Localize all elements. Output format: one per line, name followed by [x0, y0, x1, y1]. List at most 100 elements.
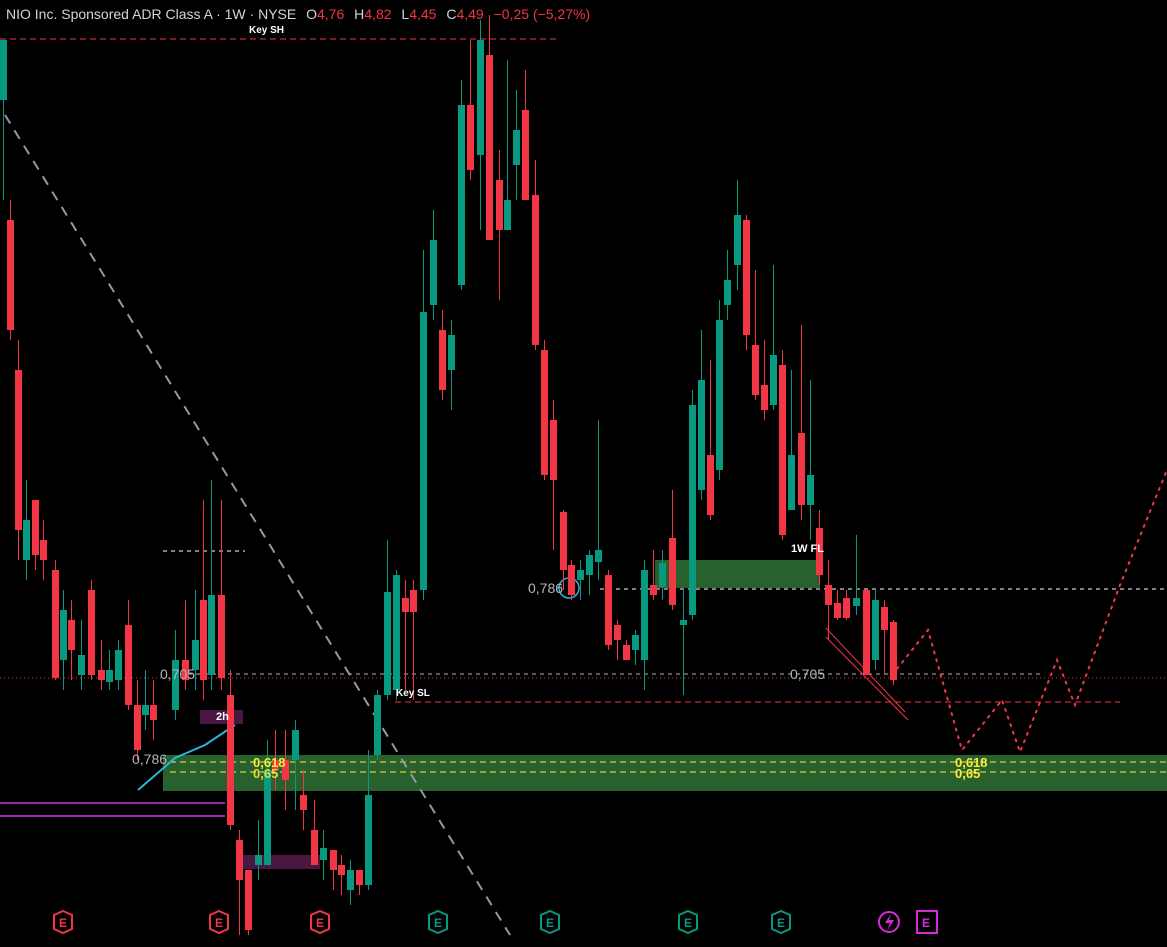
- earnings-badge-letter: E: [434, 916, 442, 930]
- candle-body-38: [356, 870, 363, 885]
- candle-body-54: [504, 200, 511, 230]
- high-value: 4,82: [364, 6, 392, 22]
- earnings-badge-letter: E: [215, 916, 223, 930]
- candle-body-84: [779, 365, 786, 535]
- earnings-badge-letter: E: [316, 916, 324, 930]
- candle-body-58: [541, 350, 548, 475]
- earnings-badge-icon[interactable]: E: [209, 909, 229, 935]
- candle-body-7: [60, 610, 67, 660]
- fib-786-mid-label: 0,786: [528, 580, 564, 596]
- earnings-badge-letter: E: [684, 916, 692, 930]
- fib-65-right-label: 0,65: [955, 766, 981, 781]
- candle-body-4: [32, 500, 39, 555]
- candle-body-52: [486, 55, 493, 240]
- candle-body-83: [770, 355, 777, 405]
- earnings-badge-icon[interactable]: E: [310, 909, 330, 935]
- candle-body-21: [200, 600, 207, 680]
- high-label: H: [354, 6, 365, 22]
- candle-body-73: [680, 620, 687, 625]
- dividend-lightning-icon[interactable]: [878, 911, 900, 933]
- candlestick-chart[interactable]: EEEEEEEE: [0, 0, 1167, 947]
- candle-body-64: [595, 550, 602, 562]
- candle-body-25: [236, 840, 243, 880]
- chart-header: NIO Inc. Sponsored ADR Class A · 1W · NY…: [6, 6, 590, 22]
- candle-body-16: [142, 705, 149, 715]
- low-value: 4,45: [409, 6, 437, 22]
- earnings-badge-icon[interactable]: E: [53, 909, 73, 935]
- candle-body-63: [586, 555, 593, 575]
- candle-body-15: [134, 705, 141, 750]
- candle-body-28: [264, 770, 271, 865]
- candle-body-81: [752, 345, 759, 395]
- candle-body-9: [78, 655, 85, 675]
- candle-body-71: [659, 563, 666, 587]
- fib-786-left-label: 0,786: [132, 751, 168, 767]
- candle-body-34: [320, 848, 327, 860]
- candle-body-93: [863, 590, 870, 675]
- candle-body-12: [106, 670, 113, 682]
- candle-body-92: [853, 598, 860, 606]
- candle-body-87: [807, 475, 814, 505]
- candle-body-13: [115, 650, 122, 680]
- earnings-badge-icon[interactable]: E: [428, 909, 448, 935]
- candle-body-5: [40, 540, 47, 560]
- candle-body-35: [330, 850, 337, 870]
- open-value: 4,76: [317, 6, 345, 22]
- candle-body-14: [125, 625, 132, 705]
- candle-body-3: [23, 520, 30, 560]
- candle-body-76: [707, 455, 714, 515]
- earnings-badge-icon[interactable]: E: [916, 910, 938, 934]
- candle-body-33: [311, 830, 318, 865]
- key-sh-label: Key SH: [249, 25, 285, 36]
- earnings-badge-icon[interactable]: E: [540, 909, 560, 935]
- candle-body-47: [439, 330, 446, 390]
- candle-body-48: [448, 335, 455, 370]
- earnings-badge-letter: E: [922, 916, 930, 930]
- candle-body-67: [623, 645, 630, 660]
- candle-body-65: [605, 575, 612, 645]
- candle-body-41: [384, 592, 391, 695]
- earnings-badge-icon[interactable]: E: [771, 909, 791, 935]
- candle-body-74: [689, 405, 696, 615]
- candle-body-89: [825, 585, 832, 605]
- candle-body-69: [641, 570, 648, 660]
- candle-body-10: [88, 590, 95, 675]
- candle-body-23: [218, 595, 225, 678]
- candle-body-56: [522, 110, 529, 200]
- descending-trendline: [4, 114, 511, 936]
- fib-705-right-label: 0,705: [790, 666, 826, 682]
- candle-body-46: [430, 240, 437, 305]
- close-label: C: [446, 6, 457, 22]
- open-label: O: [306, 6, 317, 22]
- candle-body-17: [150, 705, 157, 720]
- candle-body-80: [743, 220, 750, 335]
- candle-body-72: [669, 538, 676, 605]
- candle-body-27: [255, 855, 262, 865]
- price-projection: [891, 469, 1167, 755]
- change-value: −0,25 (−5,27%): [493, 6, 591, 22]
- candle-body-43: [402, 598, 409, 612]
- candle-body-44: [410, 590, 417, 612]
- candle-body-62: [577, 570, 584, 580]
- tf-2h-label: 2h: [216, 711, 229, 723]
- candle-body-79: [734, 215, 741, 265]
- earnings-badge-icon[interactable]: E: [678, 909, 698, 935]
- close-value: 4,49: [456, 6, 484, 22]
- candle-body-75: [698, 380, 705, 490]
- candle-body-86: [798, 433, 805, 505]
- candle-body-37: [347, 870, 354, 890]
- candle-body-78: [724, 280, 731, 305]
- fib-65-left-label: 0,65: [253, 766, 279, 781]
- candle-body-53: [496, 180, 503, 230]
- symbol-title[interactable]: NIO Inc. Sponsored ADR Class A · 1W · NY…: [6, 6, 296, 22]
- candle-body-1: [7, 220, 14, 330]
- candle-body-2: [15, 370, 22, 530]
- fib-705-left-label: 0,705: [160, 666, 196, 682]
- key-sl-label: Key SL: [396, 688, 430, 699]
- candle-body-32: [300, 795, 307, 810]
- candle-body-8: [68, 620, 75, 650]
- earnings-badge-letter: E: [546, 916, 554, 930]
- candle-body-94: [872, 600, 879, 660]
- candle-body-85: [788, 455, 795, 510]
- demand-zone: [163, 755, 1167, 791]
